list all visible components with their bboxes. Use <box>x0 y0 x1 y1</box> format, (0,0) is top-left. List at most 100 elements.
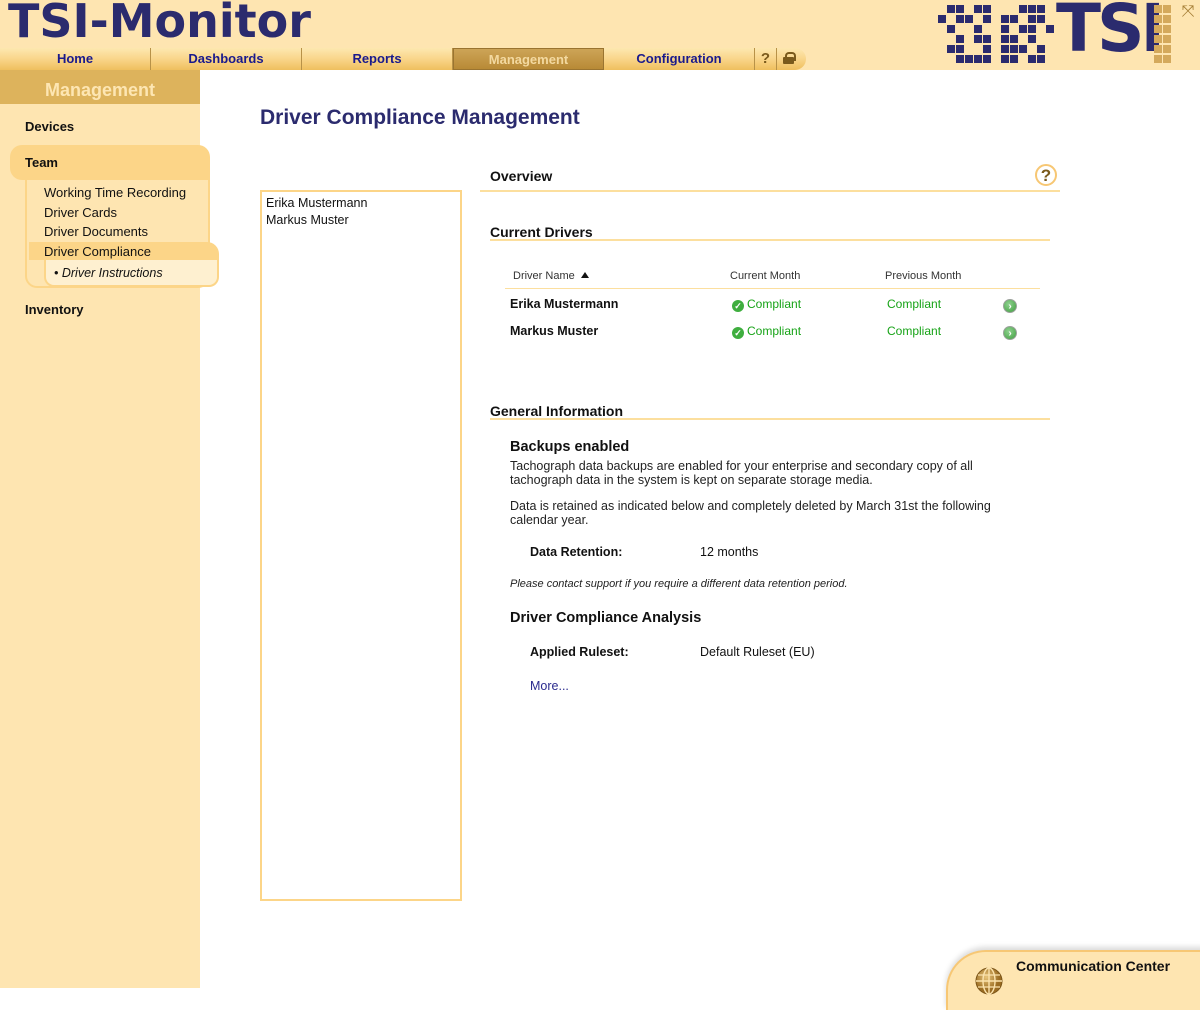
logo-square <box>983 55 991 63</box>
logo-square <box>947 25 955 33</box>
logo-square <box>1001 55 1009 63</box>
logo-square <box>1001 45 1009 53</box>
current-month-status: ✓ Compliant <box>732 297 801 312</box>
main-nav: Home Dashboards Reports Management Confi… <box>0 48 806 70</box>
sidebar-item-working-time-recording[interactable]: Working Time Recording <box>44 185 186 200</box>
column-header-current-month[interactable]: Current Month <box>730 270 800 282</box>
column-header-previous-month[interactable]: Previous Month <box>885 270 961 282</box>
globe-icon <box>975 967 1003 995</box>
general-information-divider <box>490 418 1050 420</box>
sidebar-item-driver-documents[interactable]: Driver Documents <box>44 224 148 239</box>
logo-square <box>1163 55 1171 63</box>
check-circle-icon: ✓ <box>732 300 744 312</box>
logo-square <box>1037 5 1045 13</box>
tab-configuration[interactable]: Configuration <box>604 48 755 70</box>
logo-square <box>974 35 982 43</box>
logo-square <box>1010 35 1018 43</box>
communication-center[interactable]: Communication Center <box>946 950 1200 1010</box>
logo-square <box>956 5 964 13</box>
logo-square <box>1154 15 1162 23</box>
logo-square <box>1163 25 1171 33</box>
tab-reports[interactable]: Reports <box>302 48 453 70</box>
logo-square <box>956 55 964 63</box>
current-drivers-divider <box>490 239 1050 241</box>
logo-square <box>1028 55 1036 63</box>
logo-square <box>1046 25 1054 33</box>
logo-square <box>1001 35 1009 43</box>
logo-square <box>1154 45 1162 53</box>
logo-square <box>1010 45 1018 53</box>
sidebar-item-driver-instructions[interactable]: • Driver Instructions <box>44 260 219 287</box>
logo-square <box>965 55 973 63</box>
logo-square <box>1037 45 1045 53</box>
driver-name[interactable]: Erika Mustermann <box>510 297 618 311</box>
tsi-logo: TSI <box>938 0 1174 67</box>
driver-list-item[interactable]: Erika Mustermann <box>266 195 456 212</box>
app-title: TSI-Monitor <box>8 0 311 48</box>
logo-square <box>1019 5 1027 13</box>
logo-square <box>956 45 964 53</box>
fullscreen-icon[interactable]: ⤧ <box>1178 2 1198 22</box>
previous-month-status: Compliant <box>887 297 942 311</box>
logo-square <box>1163 35 1171 43</box>
sidebar-item-driver-cards[interactable]: Driver Cards <box>44 205 117 220</box>
overview-help-icon[interactable]: ? <box>1035 164 1057 186</box>
retention-value: 12 months <box>700 545 759 559</box>
logo-square <box>983 15 991 23</box>
driver-list-item[interactable]: Markus Muster <box>266 212 456 229</box>
logo-square <box>947 45 955 53</box>
communication-center-label[interactable]: Communication Center <box>1016 958 1170 974</box>
logo-text: TSI <box>1056 0 1165 67</box>
tab-management[interactable]: Management <box>453 48 604 70</box>
sidebar-item-driver-compliance-label[interactable]: Driver Compliance <box>44 244 151 259</box>
sidebar: Management Devices Team Working Time Rec… <box>0 70 219 988</box>
logo-square <box>1154 25 1162 33</box>
general-information-title: General Information <box>490 403 624 419</box>
logo-square <box>947 5 955 13</box>
ruleset-label: Applied Ruleset: <box>530 645 629 659</box>
logo-square <box>1163 45 1171 53</box>
logo-square <box>1154 5 1162 13</box>
sidebar-item-driver-compliance[interactable]: Driver Compliance <box>29 242 219 260</box>
overview-title: Overview <box>490 168 553 184</box>
compliance-analysis-title: Driver Compliance Analysis <box>510 610 702 626</box>
lock-icon[interactable] <box>777 48 799 70</box>
previous-month-status: Compliant <box>887 324 942 338</box>
sidebar-item-driver-instructions-label[interactable]: Driver Instructions <box>62 266 163 280</box>
sidebar-item-team-label[interactable]: Team <box>25 155 58 170</box>
bullet: • <box>54 266 62 280</box>
tab-home[interactable]: Home <box>0 48 151 70</box>
logo-square <box>1163 5 1171 13</box>
tab-dashboards[interactable]: Dashboards <box>151 48 302 70</box>
arrow-right-circle-icon[interactable]: › <box>1003 299 1017 313</box>
logo-square <box>983 5 991 13</box>
logo-square <box>1037 15 1045 23</box>
help-icon[interactable]: ? <box>755 48 777 70</box>
driver-list[interactable]: Erika Mustermann Markus Muster <box>260 190 462 901</box>
driver-name[interactable]: Markus Muster <box>510 324 598 338</box>
check-circle-icon: ✓ <box>732 327 744 339</box>
sidebar-item-devices[interactable]: Devices <box>25 119 74 134</box>
current-month-status: ✓ Compliant <box>732 324 801 339</box>
logo-square <box>1163 15 1171 23</box>
logo-square <box>983 35 991 43</box>
logo-square <box>956 15 964 23</box>
more-link[interactable]: More... <box>530 679 569 693</box>
logo-square <box>1028 25 1036 33</box>
arrow-right-circle-icon[interactable]: › <box>1003 326 1017 340</box>
logo-square <box>1010 15 1018 23</box>
logo-square <box>983 45 991 53</box>
logo-square <box>1019 45 1027 53</box>
backups-title: Backups enabled <box>510 439 630 455</box>
logo-square <box>1028 35 1036 43</box>
logo-square <box>938 15 946 23</box>
column-header-driver-name[interactable]: Driver Name <box>513 270 589 282</box>
logo-square <box>1028 15 1036 23</box>
sidebar-item-team[interactable]: Team <box>10 145 210 180</box>
sidebar-title: Management <box>0 70 200 104</box>
logo-square <box>956 35 964 43</box>
logo-square <box>1037 55 1045 63</box>
sidebar-item-inventory[interactable]: Inventory <box>25 302 84 317</box>
current-drivers-title: Current Drivers <box>490 224 593 240</box>
backups-text: Tachograph data backups are enabled for … <box>510 459 973 487</box>
